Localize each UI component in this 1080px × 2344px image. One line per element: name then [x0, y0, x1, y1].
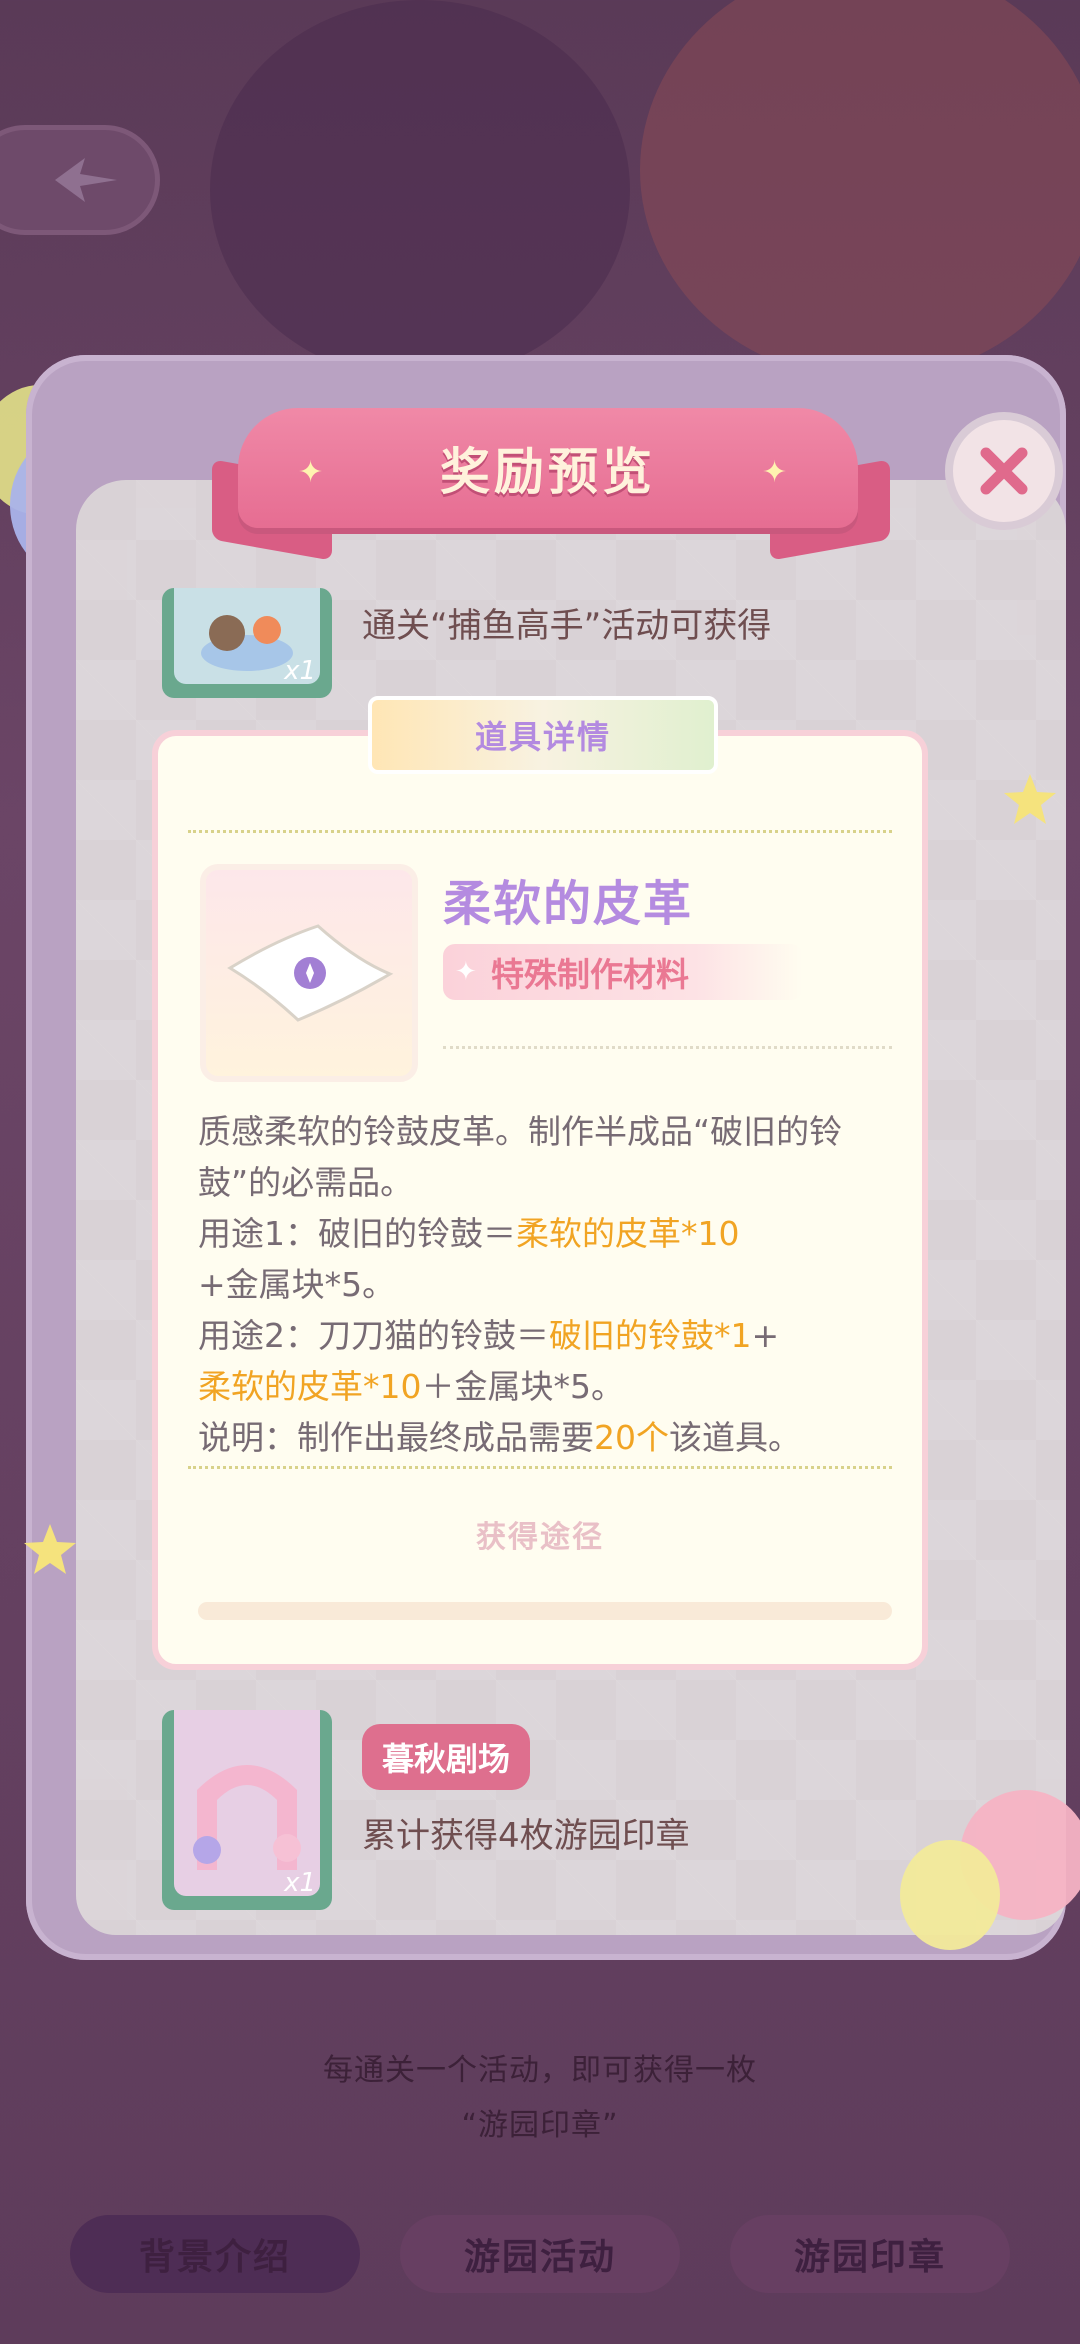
- reward-thumbnail[interactable]: x1: [162, 588, 332, 698]
- item-detail-header-text: 道具详情: [474, 718, 611, 756]
- cotton-candy-decoration: [900, 1840, 1000, 1950]
- close-button[interactable]: [945, 412, 1063, 530]
- use1-line: 用途1：破旧的铃鼓＝柔软的皮革*10: [198, 1214, 740, 1253]
- reward-description: 通关“捕鱼高手”活动可获得: [362, 606, 772, 646]
- back-arrow-icon: [55, 158, 117, 202]
- footer-hint-line2: “游园印章”: [461, 2108, 619, 2143]
- leather-icon: [227, 924, 394, 1022]
- obtain-scroll-area[interactable]: [198, 1602, 892, 1620]
- tab-background-intro[interactable]: 背景介绍: [70, 2215, 360, 2293]
- reward-thumbnail[interactable]: x1: [162, 1710, 332, 1910]
- note-line: 说明：制作出最终成品需要20个该道具。: [198, 1418, 801, 1457]
- item-detail-header: 道具详情: [368, 696, 718, 774]
- sparkle-icon: ✦: [298, 455, 324, 490]
- item-name: 柔软的皮革: [443, 876, 694, 932]
- divider: [188, 830, 892, 833]
- reward-description: 累计获得4枚游园印章: [362, 1816, 690, 1856]
- use2-line: 用途2：刀刀猫的铃鼓＝破旧的铃鼓*1+: [198, 1316, 780, 1355]
- reward-tag: 暮秋剧场: [362, 1724, 531, 1790]
- obtain-method-title: 获得途径: [476, 1520, 604, 1555]
- star-icon: [1004, 774, 1056, 824]
- sparkle-icon: ✦: [762, 455, 788, 490]
- bottom-tab-bar: 背景介绍 游园活动 游园印章: [0, 2215, 1080, 2325]
- use1-line2: +金属块*5。: [198, 1265, 396, 1304]
- tab-park-activities[interactable]: 游园活动: [400, 2215, 680, 2293]
- background-character-right: [640, 0, 1080, 380]
- star-icon: [24, 1524, 76, 1574]
- tab-park-stamps[interactable]: 游园印章: [730, 2215, 1010, 2293]
- item-type-badge: 特殊制作材料: [443, 944, 803, 1000]
- desc-line: 质感柔软的铃鼓皮革。制作半成品“破旧的铃: [198, 1112, 843, 1151]
- divider: [443, 1046, 892, 1049]
- divider: [188, 1466, 892, 1469]
- background-character-left: [210, 0, 630, 380]
- back-button[interactable]: [0, 125, 160, 235]
- reward-quantity: x1: [284, 1868, 316, 1898]
- footer-hint-line1: 每通关一个活动，即可获得一枚: [323, 2053, 757, 2088]
- item-icon-box: [200, 864, 418, 1082]
- stage-arch-icon: [193, 1765, 301, 1870]
- modal-title: 奖励预览: [440, 442, 656, 501]
- close-icon: [980, 447, 1028, 495]
- item-description: 质感柔软的铃鼓皮革。制作半成品“破旧的铃 鼓”的必需品。 用途1：破旧的铃鼓＝柔…: [198, 1106, 898, 1463]
- item-detail-card: 道具详情 柔软的皮革 特殊制作材料 质感柔软的铃鼓皮革。制作半成品“破旧的铃 鼓…: [152, 696, 928, 1670]
- reward-quantity: x1: [284, 656, 316, 686]
- use2-line2: 柔软的皮革*10＋金属块*5。: [198, 1367, 624, 1406]
- desc-line: 鼓”的必需品。: [198, 1163, 414, 1202]
